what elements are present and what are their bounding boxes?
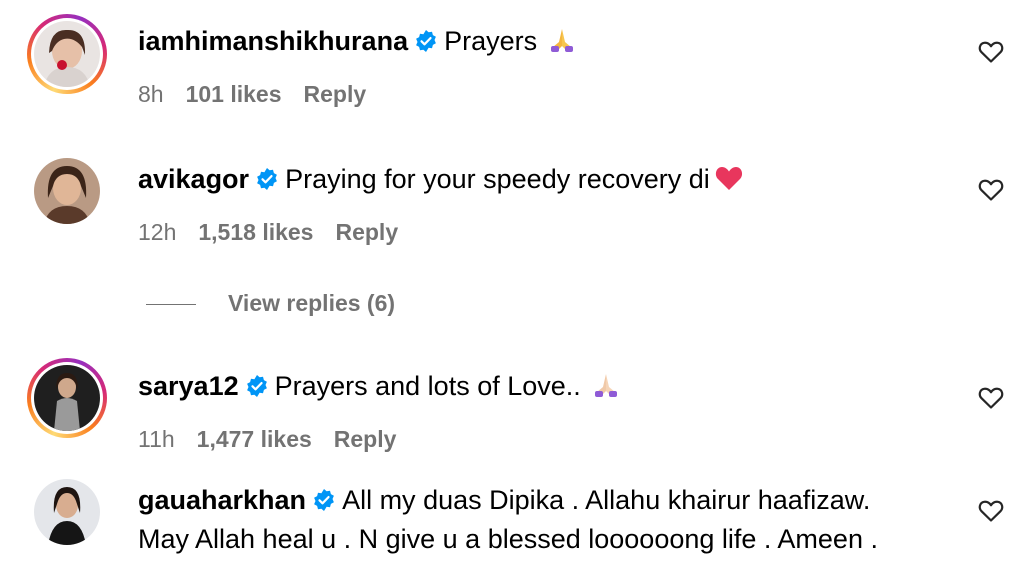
comment-time: 12h	[138, 219, 177, 245]
avatar[interactable]	[34, 158, 100, 224]
comment-time: 11h	[138, 426, 175, 452]
view-replies-label: View replies (6)	[228, 290, 396, 316]
verified-badge-icon	[245, 372, 269, 406]
comment-text: Praying for your speedy recovery di	[285, 164, 710, 194]
verified-badge-icon	[312, 486, 336, 520]
comment-text: Prayers and lots of Love..	[274, 371, 581, 401]
heart-emoji-icon	[714, 164, 744, 200]
like-heart-icon[interactable]	[978, 40, 1004, 69]
comment-time: 8h	[138, 81, 164, 107]
username[interactable]: avikagor	[138, 164, 249, 194]
likes-count[interactable]: 1,518 likes	[198, 219, 313, 245]
like-heart-icon[interactable]	[978, 386, 1004, 415]
verified-badge-icon	[414, 27, 438, 61]
username[interactable]: gauaharkhan	[138, 485, 306, 515]
comment-text: All my duas Dipika . Allahu khairur haaf…	[342, 485, 871, 515]
avatar[interactable]	[27, 14, 107, 94]
divider	[146, 304, 196, 306]
likes-count[interactable]: 101 likes	[186, 81, 282, 107]
folded-hands-emoji-icon	[591, 369, 621, 407]
like-heart-icon[interactable]	[978, 178, 1004, 207]
reply-button[interactable]: Reply	[335, 219, 398, 245]
reply-button[interactable]: Reply	[304, 81, 367, 107]
verified-badge-icon	[255, 165, 279, 199]
username[interactable]: iamhimanshikhurana	[138, 26, 408, 56]
comment-text-line-2: May Allah heal u . N give u a blessed lo…	[138, 524, 878, 554]
avatar[interactable]	[27, 358, 107, 438]
comment-text: Prayers	[444, 26, 538, 56]
reply-button[interactable]: Reply	[334, 426, 397, 452]
likes-count[interactable]: 1,477 likes	[197, 426, 312, 452]
folded-hands-emoji-icon	[547, 24, 577, 62]
view-replies-button[interactable]: View replies (6)	[146, 288, 395, 318]
avatar[interactable]	[34, 479, 100, 545]
like-heart-icon[interactable]	[978, 499, 1004, 528]
username[interactable]: sarya12	[138, 371, 239, 401]
